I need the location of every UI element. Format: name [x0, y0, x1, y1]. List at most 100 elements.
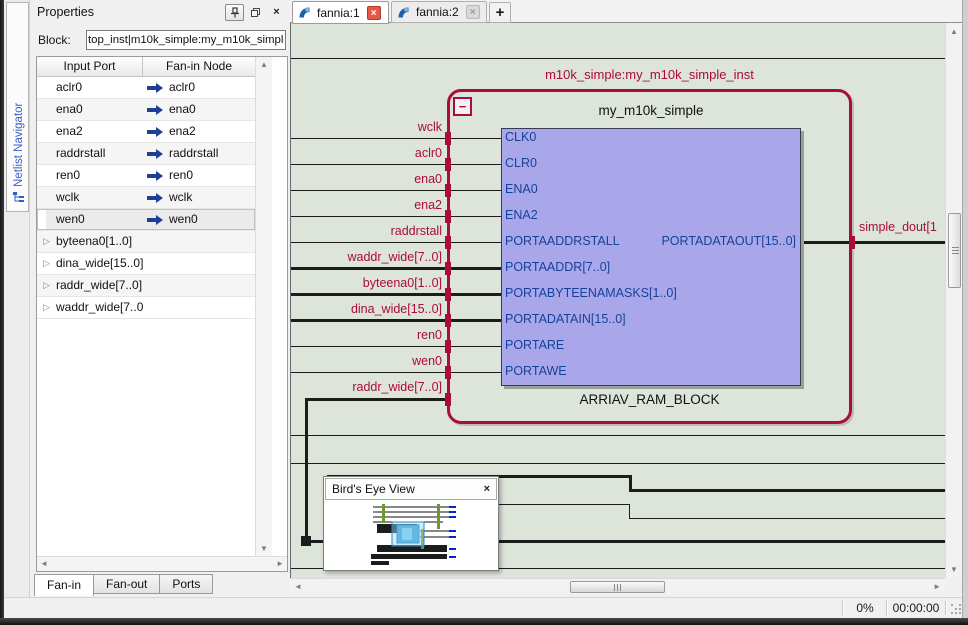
statusbar-separator	[842, 601, 843, 615]
schematic-wire	[291, 463, 945, 464]
properties-bottom-tabs: Fan-in Fan-out Ports	[34, 574, 213, 596]
schematic-canvas[interactable]: m10k_simple:my_m10k_simple_inst −	[290, 23, 945, 578]
document-tabbar: fannia:1 × fannia:2 × +	[290, 0, 962, 23]
birds-eye-minimap	[325, 501, 499, 569]
table-vertical-scrollbar[interactable]: ▲ ▼	[255, 57, 272, 556]
schematic-wire	[291, 435, 945, 436]
wire-label: ena0	[414, 172, 442, 186]
pin-button[interactable]	[225, 4, 244, 21]
horizontal-scroll-thumb[interactable]	[570, 581, 665, 593]
panel-close-button[interactable]: ×	[267, 4, 286, 21]
progress-value: 0%	[844, 598, 886, 618]
table-row[interactable]: aclr0 aclr0	[37, 77, 255, 99]
schematic-wire	[629, 518, 945, 519]
tab-close-icon[interactable]: ×	[466, 5, 480, 19]
properties-title: Properties	[37, 5, 223, 19]
birds-eye-content[interactable]	[325, 501, 497, 569]
scroll-up-icon[interactable]: ▲	[946, 27, 962, 36]
tab-fannia-1[interactable]: fannia:1 ×	[292, 1, 389, 24]
scroll-right-icon[interactable]: ►	[933, 582, 941, 591]
main-area: fannia:1 × fannia:2 × + m10k_simple:my_m…	[290, 0, 962, 597]
scroll-up-icon[interactable]: ▲	[256, 60, 272, 69]
table-row[interactable]: raddrstall raddrstall	[37, 143, 255, 165]
input-port-cell: wclk	[56, 190, 79, 204]
elapsed-time: 00:00:00	[888, 598, 944, 618]
tab-fannia-2[interactable]: fannia:2 ×	[391, 1, 487, 23]
float-button[interactable]	[246, 4, 265, 21]
tab-close-icon[interactable]: ×	[367, 6, 381, 20]
port-tick	[445, 366, 451, 379]
input-port-icon	[147, 171, 164, 181]
wire-label: ena2	[414, 198, 442, 212]
birds-eye-title: Bird's Eye View	[332, 482, 484, 496]
wire-wclk	[291, 138, 501, 139]
expand-icon[interactable]: ▷	[43, 275, 50, 296]
input-port-icon	[147, 105, 164, 115]
input-port-cell: wen0	[56, 212, 85, 226]
port-label: ENA2	[505, 208, 538, 222]
input-port-cell: raddrstall	[56, 146, 105, 160]
port-tick	[445, 132, 451, 145]
port-label: PORTARE	[505, 338, 564, 352]
scroll-down-icon[interactable]: ▼	[946, 565, 962, 574]
scroll-left-icon[interactable]: ◄	[294, 582, 302, 591]
port-label: PORTAADDR[7..0]	[505, 260, 610, 274]
new-tab-button[interactable]: +	[489, 2, 511, 23]
netlist-navigator-tab[interactable]: Netlist Navigator	[6, 2, 29, 212]
wire-label: raddrstall	[391, 224, 442, 238]
table-row[interactable]: ▷byteena0[1..0]	[37, 231, 255, 253]
expand-icon[interactable]: ▷	[43, 253, 50, 274]
wire-ren0	[291, 346, 501, 347]
tab-fan-out[interactable]: Fan-out	[94, 574, 160, 594]
tab-fan-in[interactable]: Fan-in	[34, 574, 94, 596]
fanin-node-cell: ena2	[169, 121, 196, 142]
collapse-button[interactable]: −	[453, 97, 472, 116]
tab-ports[interactable]: Ports	[160, 574, 213, 594]
canvas-vertical-scrollbar[interactable]: ▲ ▼	[945, 23, 962, 578]
fanin-node-cell: aclr0	[169, 77, 195, 98]
port-label: CLK0	[505, 130, 536, 144]
column-header-fanin-node[interactable]: Fan-in Node	[143, 57, 255, 76]
canvas-horizontal-scrollbar[interactable]: ◄ ►	[290, 578, 945, 594]
input-port-cell: aclr0	[56, 80, 82, 94]
table-row[interactable]: wclk wclk	[37, 187, 255, 209]
birds-eye-titlebar[interactable]: Bird's Eye View ×	[325, 478, 497, 500]
side-dock-strip: Netlist Navigator	[4, 0, 30, 618]
vertical-scroll-thumb[interactable]	[948, 213, 961, 288]
table-horizontal-scrollbar[interactable]: ◄ ►	[37, 556, 287, 571]
schematic-page-icon	[298, 6, 311, 19]
input-port-cell: ena2	[56, 124, 83, 138]
scroll-right-icon[interactable]: ►	[276, 559, 284, 568]
input-port-cell: dina_wide[15..0]	[56, 256, 143, 270]
birds-eye-view-window[interactable]: Bird's Eye View ×	[323, 476, 499, 571]
input-port-icon	[147, 193, 164, 203]
fanin-node-cell: wen0	[169, 209, 198, 230]
table-row[interactable]: ▷ dina_wide[15..0]	[37, 253, 255, 275]
table-row[interactable]: ena0 ena0	[37, 99, 255, 121]
table-row[interactable]: ▷waddr_wide[7..0]	[37, 297, 255, 319]
netlist-navigator-label: Netlist Navigator	[10, 11, 28, 187]
scroll-left-icon[interactable]: ◄	[40, 559, 48, 568]
column-header-input-port[interactable]: Input Port	[37, 57, 143, 76]
table-row-selected[interactable]: wen0 wen0	[37, 209, 255, 231]
port-tick	[849, 236, 855, 249]
table-row[interactable]: ▷raddr_wide[7..0]	[37, 275, 255, 297]
port-label: PORTABYTEENAMASKS[1..0]	[505, 286, 677, 300]
scroll-down-icon[interactable]: ▼	[256, 544, 272, 553]
fanin-node-cell: raddrstall	[169, 143, 218, 164]
input-port-icon	[147, 127, 164, 137]
birds-eye-close-icon[interactable]: ×	[484, 483, 490, 495]
statusbar-separator	[886, 601, 887, 615]
wire-label: ren0	[417, 328, 442, 342]
fanin-node-cell: ren0	[169, 165, 193, 186]
table-row[interactable]: ren0 ren0	[37, 165, 255, 187]
wire-label: byteena0[1..0]	[363, 276, 442, 290]
table-row[interactable]: ena2 ena2	[37, 121, 255, 143]
expand-icon[interactable]: ▷	[43, 231, 50, 252]
thumb-grip-icon	[614, 584, 622, 591]
wire-wen0	[291, 372, 501, 373]
port-label: PORTAADDRSTALL	[505, 234, 620, 248]
expand-icon[interactable]: ▷	[43, 297, 50, 318]
wire-label: aclr0	[415, 146, 442, 160]
block-path-input[interactable]	[86, 30, 286, 50]
